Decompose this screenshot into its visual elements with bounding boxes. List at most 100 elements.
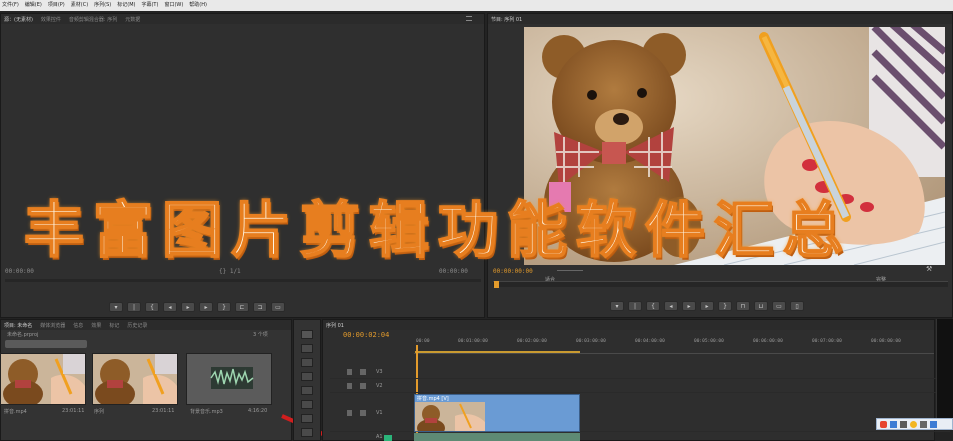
tab-effect-controls[interactable]: 效果控件 [41,16,61,23]
ime-keyboard-icon[interactable] [920,420,927,428]
timeline-clip-v1[interactable]: 拼音.mp4 [V] [414,394,580,432]
timeline-clip-a1[interactable] [414,433,580,441]
menu-sequence[interactable]: 序列(S) [94,0,111,11]
menu-project[interactable]: 项目(P) [48,0,65,11]
prog-compare-icon[interactable]: ▯ [790,301,804,311]
ripple-tool-icon[interactable] [301,358,313,367]
track-label-v1: V1 [376,410,383,416]
playhead-marker[interactable] [494,281,499,288]
prog-lift-icon[interactable]: ⊓ [736,301,750,311]
project-search-input[interactable] [5,340,87,348]
mark-out-icon[interactable]: | [127,302,141,312]
clip-duration-1: 23:01:11 [62,408,85,414]
track-eye-icon[interactable] [360,369,366,375]
prog-go-in-icon[interactable]: { [646,301,660,311]
clip-name-1: 拼音.mp4 [4,409,27,415]
source-monitor-panel: 源：(无素材) 效果控件 音频剪辑混合器: 序列 元数据 00:00:00 {}… [0,13,485,318]
pen-tool-icon[interactable] [301,414,313,423]
tab-sequence[interactable]: 序列 01 [326,322,344,329]
ime-punct-icon[interactable] [900,420,907,428]
razor-tool-icon[interactable] [301,386,313,395]
insert-icon[interactable]: ⊏ [235,302,249,312]
track-label-v2: V2 [376,383,383,389]
mark-in-icon[interactable]: ▾ [109,302,123,312]
input-method-toolbar[interactable] [876,418,953,430]
track-eye-icon[interactable] [360,383,366,389]
source-scrub-bar[interactable] [5,279,481,282]
clip-name-3: 背景音乐.mp3 [190,409,223,415]
menu-edit[interactable]: 编辑(E) [25,0,42,11]
source-transport: ▾ | { ◂ ▸ ▸ } ⊏ ⊐ ▭ [109,302,285,312]
prog-step-back-icon[interactable]: ◂ [664,301,678,311]
ime-lang-icon[interactable] [890,420,897,428]
project-item-count: 3 个项 [253,332,268,338]
tab-source[interactable]: 源：(无素材) [4,16,33,23]
menu-help[interactable]: 帮助(H) [189,0,207,11]
tab-history[interactable]: 历史记录 [127,322,147,329]
track-select-tool-icon[interactable] [301,344,313,353]
menu-marker[interactable]: 标记(M) [117,0,135,11]
clip-thumb-image [415,402,485,431]
track-eye-icon[interactable] [360,410,366,416]
clip-thumbnail-2[interactable] [92,353,178,405]
ruler-tick-3: 00:03:00:00 [576,339,606,344]
menu-bar: 文件(F) 编辑(E) 项目(P) 素材(C) 序列(S) 标记(M) 字幕(T… [0,0,953,11]
overwrite-icon[interactable]: ⊐ [253,302,267,312]
source-timecode-in: 00:00:00 [5,268,34,275]
ime-settings-icon[interactable] [930,420,937,428]
prog-go-out-icon[interactable]: } [718,301,732,311]
ime-emoji-icon[interactable] [910,420,917,428]
slip-tool-icon[interactable] [301,400,313,409]
menu-title[interactable]: 字幕(T) [141,0,158,11]
ruler-tick-7: 00:07:00:00 [812,339,842,344]
step-forward-icon[interactable]: ▸ [199,302,213,312]
source-zoom-marker[interactable]: {} 1/1 [219,268,241,275]
tab-metadata[interactable]: 元数据 [125,16,140,23]
prog-export-frame-icon[interactable]: ▭ [772,301,786,311]
tab-program[interactable]: 节目: 序列 01 [491,16,522,23]
prog-play-icon[interactable]: ▸ [682,301,696,311]
menu-window[interactable]: 窗口(W) [164,0,183,11]
tab-project[interactable]: 项目: 未命名 [4,322,32,329]
source-timecode-out: 00:00:00 [439,268,468,275]
export-frame-icon[interactable]: ▭ [271,302,285,312]
clip-name-2: 序列 [94,409,105,415]
program-scrub-bar[interactable] [493,281,948,288]
track-lock-icon[interactable] [347,383,352,389]
track-label-a1: A1 [376,434,383,440]
tab-markers[interactable]: 标记 [109,322,119,329]
clip-thumbnail-1[interactable] [0,353,86,405]
panel-menu-icon[interactable] [466,16,472,21]
go-out-icon[interactable]: } [217,302,231,312]
play-icon[interactable]: ▸ [181,302,195,312]
prog-mark-out-icon[interactable]: | [628,301,642,311]
program-timecode: 00:00:00:00 [493,268,533,275]
ruler-tick-6: 00:06:00:00 [753,339,783,344]
ruler-tick-0: 00:00 [416,339,430,344]
track-lock-icon[interactable] [347,410,352,416]
project-file-name: 未命名.prproj [7,332,39,338]
ruler-tick-5: 00:05:00:00 [694,339,724,344]
rolling-tool-icon[interactable] [301,372,313,381]
clip-label-v1: 拼音.mp4 [V] [417,396,449,402]
selection-tool-icon[interactable] [301,330,313,339]
tab-effects[interactable]: 效果 [91,322,101,329]
step-back-icon[interactable]: ◂ [163,302,177,312]
menu-clip[interactable]: 素材(C) [71,0,88,11]
menu-file[interactable]: 文件(F) [2,0,19,11]
tab-audio-mixer[interactable]: 音频剪辑混合器: 序列 [69,16,117,23]
go-in-icon[interactable]: { [145,302,159,312]
clip-thumbnail-3[interactable] [186,353,272,405]
prog-extract-icon[interactable]: ⊔ [754,301,768,311]
tab-media-browser[interactable]: 媒体浏览器 [40,322,65,329]
thumb-image [1,354,85,404]
tab-info[interactable]: 信息 [73,322,83,329]
hand-tool-icon[interactable] [301,428,313,437]
audio-mute-icon[interactable] [384,435,392,441]
track-lock-icon[interactable] [347,369,352,375]
program-tabbar: 节目: 序列 01 [488,14,952,24]
ime-logo-icon [880,420,887,428]
work-area-bar[interactable] [415,351,580,353]
prog-mark-in-icon[interactable]: ▾ [610,301,624,311]
prog-step-forward-icon[interactable]: ▸ [700,301,714,311]
